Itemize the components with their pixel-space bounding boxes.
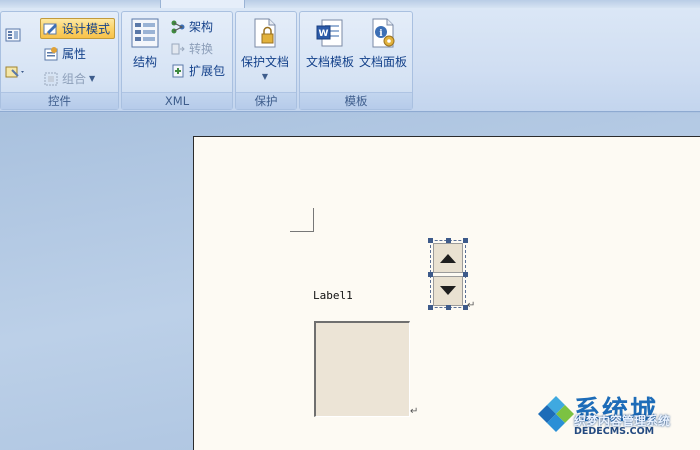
expansion-pack-label: 扩展包 (189, 64, 226, 78)
controls-group: 设计模式 属性 组合 ▼ 控件 (0, 11, 119, 110)
group-button[interactable]: 组合 ▼ (43, 70, 95, 87)
properties-icon (43, 46, 59, 62)
legacy-tools-icon[interactable] (5, 27, 21, 43)
resize-handle-left[interactable] (428, 272, 433, 277)
active-tab-edge[interactable] (160, 0, 245, 8)
protect-group: 保护文档 ▼ 保护 (235, 11, 297, 110)
watermark-line2: DEDECMS.COM (574, 426, 655, 437)
tools-dropdown-icon[interactable] (5, 64, 24, 80)
transform-button[interactable]: 转换 (170, 40, 213, 57)
resize-handle-bottom-left[interactable] (428, 305, 433, 310)
protect-document-button[interactable]: 保护文档 ▼ (241, 17, 289, 81)
resize-handle-top-left[interactable] (428, 238, 433, 243)
schema-icon (170, 19, 186, 35)
protect-group-label: 保护 (236, 92, 296, 109)
resize-handle-right[interactable] (463, 272, 468, 277)
expansion-pack-button[interactable]: 扩展包 (170, 62, 225, 79)
chevron-down-icon: ▼ (261, 72, 269, 81)
properties-label: 属性 (62, 47, 87, 61)
textbox-control[interactable] (314, 321, 410, 417)
templates-group: W 文档模板 i 文档面板 模板 (299, 11, 413, 110)
structure-icon (129, 17, 161, 49)
lock-icon (249, 17, 281, 49)
xml-group: 结构 架构 转换 扩展包 XML (121, 11, 233, 110)
diamond-logo-icon (536, 394, 576, 434)
svg-text:i: i (379, 29, 383, 39)
document-template-label: 文档模板 (306, 55, 355, 69)
svg-text:W: W (319, 29, 329, 39)
protect-document-label: 保护文档 (241, 55, 290, 69)
document-template-button[interactable]: W 文档模板 (306, 17, 354, 70)
properties-button[interactable]: 属性 (43, 45, 86, 62)
expansion-pack-icon (170, 63, 186, 79)
resize-handle-bottom[interactable] (446, 305, 451, 310)
design-mode-label: 设计模式 (62, 22, 111, 36)
transform-icon (170, 41, 186, 57)
paragraph-mark: ↵ (410, 406, 419, 417)
paragraph-mark: ↵ (467, 300, 476, 311)
word-template-icon: W (314, 17, 346, 49)
templates-group-label: 模板 (300, 92, 412, 109)
structure-label: 结构 (132, 55, 157, 69)
document-info-icon: i (367, 17, 399, 49)
margin-corner-mark (290, 208, 314, 232)
design-mode-button[interactable]: 设计模式 (40, 18, 116, 39)
spin-down-button[interactable] (433, 276, 463, 306)
spin-up-button[interactable] (433, 243, 463, 273)
resize-handle-top-right[interactable] (463, 238, 468, 243)
schema-button[interactable]: 架构 (170, 18, 213, 35)
document-panel-label: 文档面板 (359, 55, 408, 69)
document-panel-button[interactable]: i 文档面板 (359, 17, 407, 70)
schema-label: 架构 (189, 20, 214, 34)
controls-group-label: 控件 (1, 92, 118, 109)
ribbon: 设计模式 属性 组合 ▼ 控件 结构 架构 转换 扩展包 XML 保护文档 ▼ … (0, 8, 700, 112)
chevron-down-icon: ▼ (89, 74, 96, 83)
structure-button[interactable]: 结构 (129, 17, 161, 70)
resize-handle-top[interactable] (446, 238, 451, 243)
ribbon-tab-strip (0, 0, 700, 8)
transform-label: 转换 (189, 42, 214, 56)
xml-group-label: XML (122, 92, 232, 109)
group-icon (43, 71, 59, 87)
group-label: 组合 (62, 72, 87, 86)
spin-button-control[interactable] (430, 240, 466, 308)
label-control[interactable]: Label1 (313, 289, 353, 302)
design-mode-icon (43, 21, 59, 37)
site-watermark: 系统城 织梦内容管理系统 DEDECMS.COM (536, 390, 696, 446)
